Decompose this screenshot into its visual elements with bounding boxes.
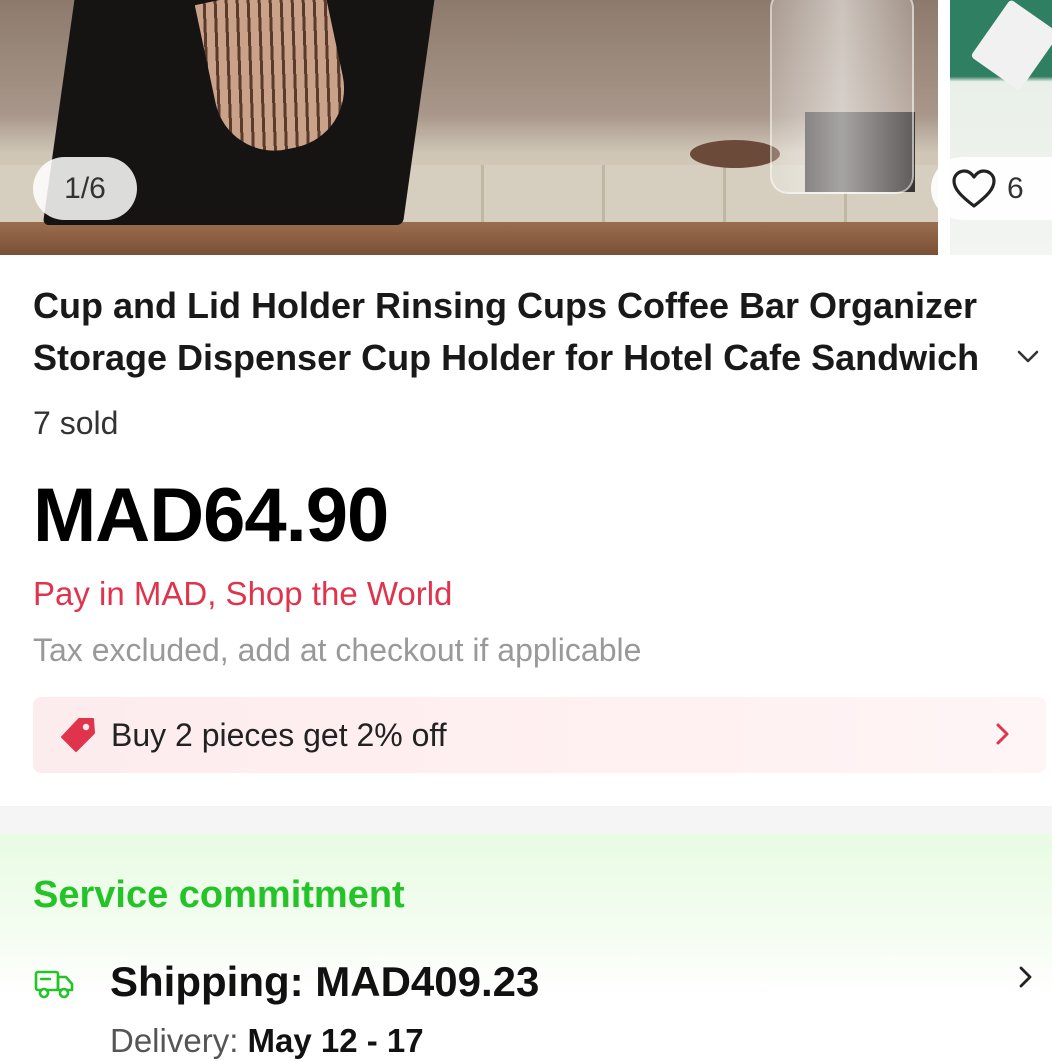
product-image[interactable] — [0, 0, 938, 255]
photo-jar — [770, 0, 914, 194]
heart-icon — [952, 168, 996, 208]
wishlist-button[interactable]: 6 — [931, 157, 1052, 220]
product-price: MAD64.90 — [33, 473, 389, 558]
tax-note: Tax excluded, add at checkout if applica… — [33, 632, 642, 668]
chevron-right-icon[interactable] — [990, 719, 1016, 749]
wishlist-count: 6 — [1007, 171, 1024, 205]
photo-counter-edge — [0, 222, 938, 255]
image-counter: 1/6 — [33, 157, 137, 220]
product-title-block[interactable]: Cup and Lid Holder Rinsing Cups Coffee B… — [33, 280, 1039, 384]
service-commitment-title: Service commitment — [33, 874, 405, 916]
chevron-down-icon[interactable] — [1013, 341, 1043, 371]
pay-local-currency-note: Pay in MAD, Shop the World — [33, 575, 453, 612]
product-title: Cup and Lid Holder Rinsing Cups Coffee B… — [33, 285, 980, 378]
photo-coffee-beans — [690, 140, 780, 168]
delivery-label: Delivery: — [110, 1022, 248, 1059]
promotion-text: Buy 2 pieces get 2% off — [111, 716, 447, 753]
promotion-banner[interactable]: Buy 2 pieces get 2% off — [33, 697, 1046, 773]
truck-icon — [34, 970, 74, 999]
photo-next-shape — [970, 0, 1052, 91]
chevron-right-icon[interactable] — [1015, 962, 1037, 992]
delivery-estimate: Delivery: May 12 - 17 — [110, 1022, 424, 1060]
price-tag-icon — [61, 718, 95, 752]
sold-count: 7 sold — [33, 405, 119, 441]
service-commitment-section: Service commitment Shipping: MAD409.23 D… — [0, 834, 1052, 1061]
shipping-cost[interactable]: Shipping: MAD409.23 — [110, 958, 539, 1006]
delivery-dates: May 12 - 17 — [247, 1022, 424, 1059]
section-divider — [0, 806, 1052, 834]
product-image-gallery[interactable]: 1/6 6 — [0, 0, 1052, 255]
